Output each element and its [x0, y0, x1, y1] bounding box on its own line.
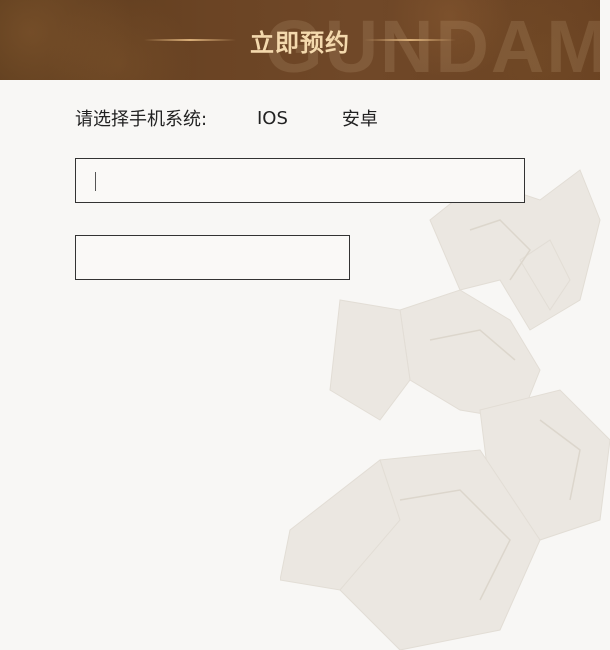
title-left-divider	[144, 39, 236, 41]
os-option-android[interactable]: 安卓	[342, 105, 378, 131]
mecha-robot-background-art	[280, 169, 610, 650]
title-right-divider	[364, 39, 456, 41]
phone-input-box	[75, 158, 525, 203]
phone-input[interactable]	[76, 159, 524, 202]
os-selector-row: 请选择手机系统: IOS 安卓	[75, 104, 378, 132]
os-prompt-label: 请选择手机系统:	[75, 109, 208, 130]
page-title: 立即预约	[250, 27, 350, 57]
text-cursor	[95, 172, 96, 191]
header-title-group: 立即预约	[0, 0, 600, 80]
code-input-box	[75, 235, 350, 280]
os-option-ios[interactable]: IOS	[257, 108, 288, 129]
header-banner: GUNDAM 立即预约	[0, 0, 600, 80]
code-input[interactable]	[76, 236, 349, 279]
